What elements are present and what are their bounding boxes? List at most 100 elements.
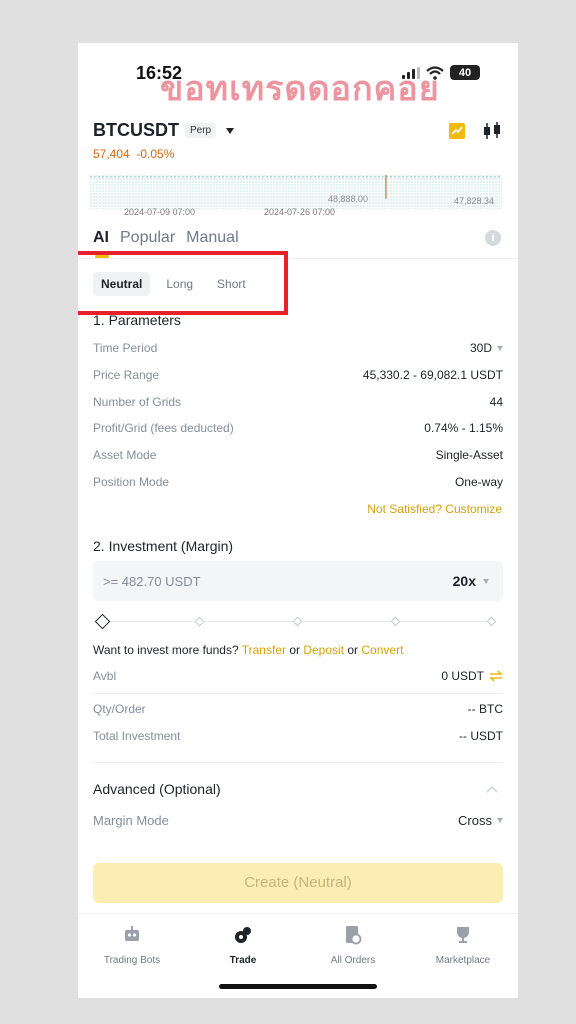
chevron-down-icon: [226, 127, 235, 134]
chart-price-label-right: 47,828.34: [454, 196, 495, 206]
nav-label: Trade: [229, 955, 257, 966]
param-value: 0.74% - 1.15%: [424, 421, 503, 435]
param-row-asset-mode: Asset Mode Single-Asset: [93, 448, 503, 462]
grid-preview-chart: [90, 175, 502, 209]
wifi-icon: [426, 65, 444, 80]
param-row-profit-grid: Profit/Grid (fees deducted) 0.74% - 1.15…: [93, 421, 503, 435]
total-value: -- USDT: [459, 729, 503, 743]
param-label: Position Mode: [93, 475, 170, 489]
invest-more-line: Want to invest more funds? Transfer or D…: [93, 643, 403, 657]
qty-label: Qty/Order: [93, 702, 146, 716]
param-value: One-way: [454, 475, 503, 489]
slider-step: [390, 616, 401, 627]
phone-screen: 16:52 ขอทเทรดดอกคอย 40 BTCUSDT Perp 57,4…: [78, 43, 518, 998]
nav-label: All Orders: [330, 955, 376, 966]
margin-mode-value-wrap: Cross: [458, 813, 503, 828]
leverage-selector[interactable]: 20x: [453, 573, 489, 589]
dropdown-icon: [483, 578, 489, 584]
transfer-icon[interactable]: [489, 670, 503, 682]
param-row-grids: Number of Grids 44: [93, 395, 503, 409]
trophy-icon: [457, 927, 469, 943]
avbl-value: 0 USDT: [441, 669, 484, 683]
param-label: Profit/Grid (fees deducted): [93, 421, 234, 435]
price-change: -0.05%: [136, 147, 175, 161]
qty-value: -- BTC: [467, 702, 503, 716]
invest-more-text: Want to invest more funds?: [93, 643, 239, 657]
pair-name: BTCUSDT: [93, 120, 179, 140]
parameters-title: 1. Parameters: [93, 312, 181, 328]
convert-link[interactable]: Convert: [361, 643, 403, 657]
nav-label: Trading Bots: [103, 955, 161, 966]
param-row-time-period[interactable]: Time Period 30D: [93, 341, 503, 355]
nav-label: Marketplace: [435, 955, 491, 966]
param-row-price-range: Price Range 45,330.2 - 69,082.1 USDT: [93, 368, 503, 382]
status-icons: 40: [402, 65, 480, 80]
nav-marketplace[interactable]: Marketplace: [418, 924, 508, 966]
candlestick-icon[interactable]: [482, 121, 502, 141]
param-label: Number of Grids: [93, 395, 182, 409]
total-row: Total Investment -- USDT: [93, 729, 503, 743]
chart-date-mid: 2024-07-26 07:00: [264, 207, 336, 217]
param-row-position-mode: Position Mode One-way: [93, 475, 503, 489]
last-price: 57,404: [93, 147, 130, 161]
strategy-tabs: AI Popular Manual: [93, 229, 239, 247]
total-label: Total Investment: [93, 729, 181, 743]
param-value: 45,330.2 - 69,082.1 USDT: [362, 368, 503, 382]
highlight-box: [78, 251, 288, 315]
home-indicator: [219, 984, 377, 989]
price-line: 57,404 -0.05%: [93, 147, 174, 161]
margin-mode-row[interactable]: Margin Mode Cross: [93, 813, 503, 828]
signal-icon: [402, 66, 420, 79]
dropdown-icon: [497, 345, 503, 351]
param-label: Price Range: [93, 368, 160, 382]
slider-step: [292, 616, 303, 627]
param-label: Asset Mode: [93, 448, 157, 462]
tab-ai[interactable]: AI: [93, 229, 109, 247]
margin-mode-label: Margin Mode: [93, 813, 169, 828]
nav-all-orders[interactable]: All Orders: [308, 924, 398, 966]
param-value: 44: [489, 395, 503, 409]
nav-trading-bots[interactable]: Trading Bots: [87, 924, 177, 966]
chevron-up-icon[interactable]: [486, 785, 498, 793]
tab-manual[interactable]: Manual: [186, 229, 238, 247]
divider: [93, 693, 503, 694]
or-text: or: [289, 643, 300, 657]
chart-date-start: 2024-07-09 07:00: [124, 207, 196, 217]
margin-mode-value: Cross: [458, 813, 492, 828]
trade-icon: [235, 927, 251, 943]
param-value: 30D: [470, 341, 503, 355]
divider: [93, 762, 503, 763]
nav-trade[interactable]: Trade: [198, 924, 288, 966]
transfer-link[interactable]: Transfer: [242, 643, 286, 657]
investment-title: 2. Investment (Margin): [93, 538, 234, 554]
slider-step: [194, 616, 205, 627]
customize-link[interactable]: Not Satisfied? Customize: [367, 502, 502, 516]
slider-handle[interactable]: [94, 613, 111, 630]
investment-input[interactable]: >= 482.70 USDT 20x: [93, 561, 503, 601]
chart-icon[interactable]: [448, 122, 466, 140]
or-text: or: [347, 643, 359, 657]
avbl-row: Avbl 0 USDT: [93, 669, 503, 683]
tab-popular[interactable]: Popular: [120, 229, 175, 247]
create-button[interactable]: Create (Neutral): [93, 863, 503, 903]
param-value: Single-Asset: [435, 448, 503, 462]
qty-row: Qty/Order -- BTC: [93, 702, 503, 716]
avbl-value-wrap: 0 USDT: [441, 669, 503, 683]
dropdown-icon: [497, 818, 503, 823]
battery-icon: 40: [450, 65, 480, 80]
time-period-value: 30D: [469, 341, 492, 355]
info-icon[interactable]: i: [485, 230, 501, 246]
leverage-value: 20x: [452, 573, 476, 589]
pair-selector[interactable]: BTCUSDT Perp: [93, 120, 235, 141]
watermark: ขอทเทรดดอกคอย: [160, 70, 440, 108]
perp-badge: Perp: [185, 123, 217, 138]
slider-step: [486, 616, 497, 627]
investment-placeholder: >= 482.70 USDT: [103, 573, 201, 589]
deposit-link[interactable]: Deposit: [303, 643, 344, 657]
chart-price-label: 48,888.00: [328, 194, 369, 204]
orders-icon: [346, 926, 362, 945]
advanced-title[interactable]: Advanced (Optional): [93, 781, 221, 797]
avbl-label: Avbl: [93, 669, 117, 683]
param-label: Time Period: [93, 341, 158, 355]
robot-icon: [125, 926, 139, 941]
